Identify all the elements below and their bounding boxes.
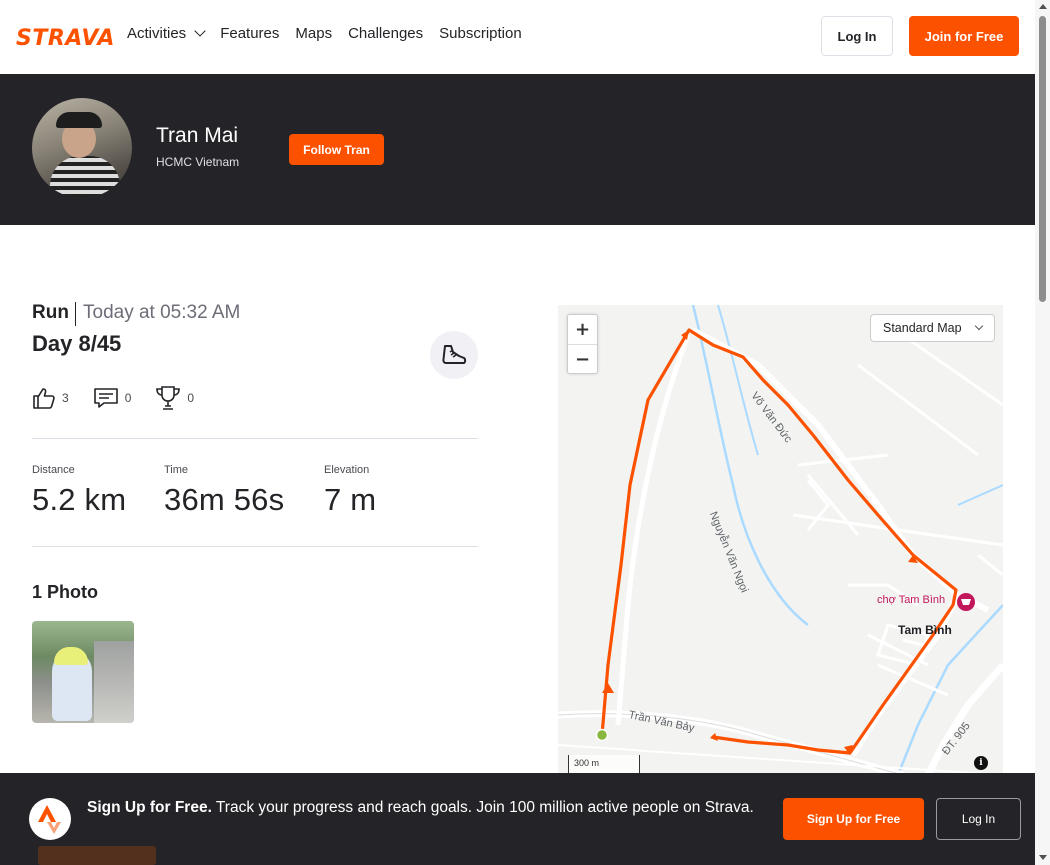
scroll-down-arrow-icon[interactable] — [1039, 855, 1047, 860]
activity-photo-thumbnail[interactable] — [32, 621, 134, 723]
athlete-location: HCMC Vietnam — [156, 155, 240, 169]
nav-challenges-link[interactable]: Challenges — [348, 25, 423, 42]
map-canvas[interactable] — [558, 305, 1003, 775]
athlete-name[interactable]: Tran Mai — [156, 124, 238, 148]
gear-shoe-button[interactable] — [430, 331, 478, 379]
join-free-button[interactable]: Join for Free — [909, 16, 1019, 56]
top-navigation: STRAVA Activities Features Maps Challeng… — [0, 0, 1035, 74]
photo-cap-shape — [54, 647, 88, 665]
zoom-in-button[interactable]: + — [568, 315, 597, 344]
trophy-icon — [156, 386, 181, 410]
map-info-icon[interactable]: i — [974, 756, 988, 770]
nav-maps-link[interactable]: Maps — [295, 25, 332, 42]
stat-time: Time 36m 56s — [164, 464, 284, 518]
route-line — [600, 328, 958, 755]
photo-railing-shape — [94, 641, 134, 723]
map-canal — [717, 305, 759, 456]
running-shoe-icon — [442, 345, 467, 364]
kudos-button[interactable]: 3 — [32, 386, 69, 410]
signup-free-button[interactable]: Sign Up for Free — [783, 798, 924, 840]
achievements-count: 0 — [187, 391, 195, 405]
stat-elevation: Elevation 7 m — [324, 464, 376, 518]
chevron-down-icon — [974, 321, 983, 330]
signup-banner-bold: Sign Up for Free. — [87, 799, 212, 816]
achievements-button[interactable]: 0 — [155, 385, 194, 411]
nav-activities-menu[interactable]: Activities — [127, 25, 206, 42]
stat-label: Elevation — [324, 464, 370, 476]
zoom-control: + − — [567, 314, 598, 374]
zoom-out-button[interactable]: − — [568, 345, 597, 374]
kudos-count: 3 — [62, 391, 69, 405]
divider — [75, 302, 76, 326]
athlete-header: Tran Mai HCMC Vietnam Follow Tran — [0, 74, 1035, 225]
avatar-shirt-shape — [50, 156, 120, 198]
activity-title: Day 8/45 — [32, 331, 122, 356]
nav-activities-label: Activities — [127, 25, 187, 42]
strava-app-logo — [29, 798, 71, 840]
route-start-marker[interactable] — [595, 728, 609, 742]
chevron-down-icon — [194, 25, 206, 37]
stat-label: Time — [164, 464, 189, 476]
divider — [32, 546, 478, 547]
photos-heading: 1 Photo — [32, 582, 98, 602]
activity-time: Today at 05:32 AM — [83, 302, 241, 323]
strava-chevron-logo-icon — [38, 805, 61, 834]
stat-distance: Distance 5.2 km — [32, 464, 126, 518]
comment-icon — [93, 388, 118, 408]
follow-button[interactable]: Follow Tran — [289, 134, 384, 165]
nav-features-link[interactable]: Features — [220, 25, 279, 42]
map-canal — [691, 305, 809, 626]
map-canal — [957, 484, 1003, 506]
banner-login-button[interactable]: Log In — [936, 798, 1021, 840]
avatar[interactable] — [32, 98, 132, 198]
comments-button[interactable]: 0 — [93, 386, 132, 410]
map-type-label: Standard Map — [883, 321, 962, 335]
map-type-select[interactable]: Standard Map — [870, 314, 995, 342]
divider — [32, 438, 478, 439]
stat-label: Distance — [32, 464, 75, 476]
activity-social-bar: 3 0 0 — [32, 385, 218, 411]
area-label: Tam Bình — [898, 623, 952, 637]
signup-banner-message: Track your progress and reach goals. Joi… — [211, 799, 754, 816]
content-behind-banner — [38, 846, 156, 865]
avatar-hat-shape — [56, 112, 102, 128]
vertical-scrollbar[interactable] — [1035, 0, 1050, 865]
strava-logo[interactable]: STRAVA — [16, 26, 115, 51]
activity-type: Run — [32, 302, 69, 323]
map-scale: 300 m — [568, 755, 640, 775]
login-button[interactable]: Log In — [821, 16, 893, 56]
poi-label[interactable]: chợ Tam Bình — [877, 594, 945, 606]
signup-banner-text: Sign Up for Free. Track your progress an… — [87, 797, 757, 819]
scroll-up-arrow-icon[interactable] — [1039, 4, 1047, 9]
activity-map[interactable]: Võ Văn Đức Nguyễn Văn Ngọi chợ Tam Bình … — [558, 305, 1003, 775]
stat-value: 5.2 km — [32, 482, 127, 517]
stat-value: 36m 56s — [164, 482, 285, 517]
comments-count: 0 — [124, 391, 132, 405]
scrollbar-thumb[interactable] — [1039, 16, 1046, 302]
nav-links: Activities Features Maps Challenges Subs… — [127, 25, 522, 42]
thumbs-up-icon — [33, 388, 55, 409]
nav-subscription-link[interactable]: Subscription — [439, 25, 522, 42]
stat-value: 7 m — [324, 482, 377, 517]
